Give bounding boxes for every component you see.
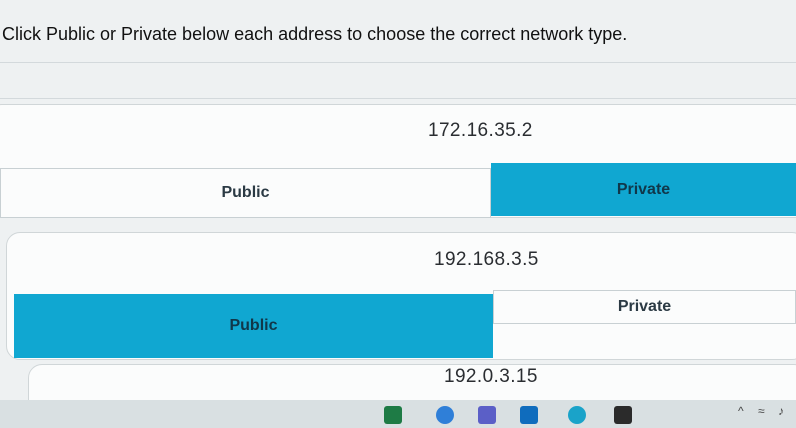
outlook-icon[interactable] bbox=[520, 406, 538, 424]
private-label: Private bbox=[616, 180, 671, 198]
public-label: Public bbox=[221, 184, 270, 201]
excel-icon[interactable] bbox=[384, 406, 402, 424]
public-option[interactable]: Public bbox=[14, 294, 493, 358]
divider bbox=[0, 98, 796, 99]
volume-icon[interactable]: ♪ bbox=[778, 404, 784, 418]
divider bbox=[0, 62, 796, 63]
private-option[interactable]: Private bbox=[493, 290, 796, 324]
tray-chevron-icon[interactable]: ^ bbox=[738, 404, 744, 418]
public-option[interactable]: Public bbox=[0, 168, 491, 218]
edge-icon[interactable] bbox=[568, 406, 586, 424]
store-icon[interactable] bbox=[614, 406, 632, 424]
private-option[interactable]: Private bbox=[491, 163, 796, 216]
address-label: 192.168.3.5 bbox=[434, 249, 539, 270]
teams-icon[interactable] bbox=[478, 406, 496, 424]
instruction-text: Click Public or Private below each addre… bbox=[2, 24, 628, 44]
photos-icon[interactable] bbox=[436, 406, 454, 424]
private-label: Private bbox=[617, 298, 672, 315]
wifi-icon[interactable]: ≈ bbox=[758, 404, 765, 418]
address-label: 172.16.35.2 bbox=[428, 120, 533, 141]
public-label: Public bbox=[229, 317, 278, 334]
address-label: 192.0.3.15 bbox=[444, 366, 538, 387]
taskbar: ^ ≈ ♪ bbox=[0, 400, 796, 428]
